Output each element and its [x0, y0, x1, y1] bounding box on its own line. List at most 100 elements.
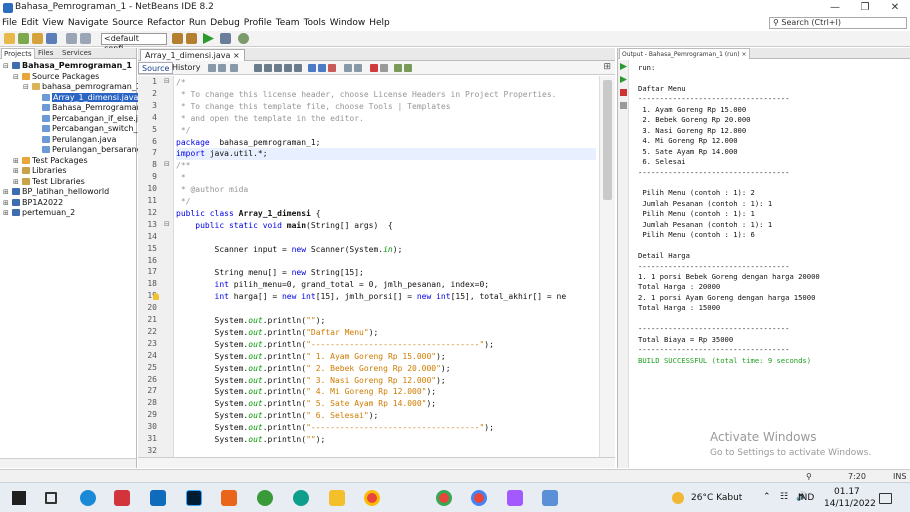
- code-line[interactable]: System.out.println("");: [176, 434, 596, 446]
- tab-services[interactable]: Services: [60, 48, 94, 59]
- photoshop-icon[interactable]: [186, 490, 202, 506]
- code-line[interactable]: String menu[] = new String[15];: [176, 267, 596, 279]
- tree-toggle-icon[interactable]: ⊞: [13, 177, 21, 187]
- stop-macro-icon[interactable]: [370, 64, 378, 72]
- scroll-thumb[interactable]: [603, 80, 612, 200]
- menu-run[interactable]: Run: [189, 16, 206, 31]
- close-output-icon[interactable]: ×: [742, 51, 747, 58]
- figma-icon[interactable]: [507, 490, 523, 506]
- menu-debug[interactable]: Debug: [210, 16, 240, 31]
- task-view-icon[interactable]: [45, 492, 57, 504]
- code-line[interactable]: * and open the template in the editor.: [176, 113, 596, 125]
- next-edit-icon[interactable]: [318, 64, 326, 72]
- config-select[interactable]: <default confi...: [101, 33, 167, 53]
- clean-build-icon[interactable]: [186, 33, 197, 44]
- tree-node[interactable]: Test Packages: [22, 156, 88, 166]
- tree-toggle-icon[interactable]: ⊟: [23, 82, 31, 92]
- close-button[interactable]: ✕: [880, 0, 910, 16]
- output-settings-icon[interactable]: [620, 102, 627, 109]
- code-line[interactable]: package bahasa_pemrograman_1;: [176, 137, 596, 149]
- windows-start-icon[interactable]: [12, 491, 26, 505]
- tree-node[interactable]: Test Libraries: [22, 177, 85, 187]
- tree-toggle-icon[interactable]: ⊟: [3, 61, 11, 71]
- code-line[interactable]: */: [176, 125, 596, 137]
- code-line[interactable]: public class Array_1_dimensi {: [176, 208, 596, 220]
- tree-toggle-icon[interactable]: ⊞: [3, 208, 11, 218]
- find-selection-icon[interactable]: [254, 64, 262, 72]
- code-line[interactable]: * @author mida: [176, 184, 596, 196]
- tab-files[interactable]: Files: [36, 48, 55, 59]
- tree-node[interactable]: BP_latihan_helloworld: [12, 187, 109, 197]
- maximize-button[interactable]: ❐: [850, 0, 880, 16]
- store-icon[interactable]: [114, 490, 130, 506]
- rerun-icon[interactable]: [620, 63, 627, 70]
- stop-icon[interactable]: [620, 89, 627, 96]
- menu-window[interactable]: Window: [330, 16, 366, 31]
- code-line[interactable]: int pilih_menu=0, grand_total = 0, jmlh_…: [176, 279, 596, 291]
- split-editor-icon[interactable]: ⊞: [603, 62, 611, 72]
- clock-date[interactable]: 14/11/2022: [824, 499, 876, 509]
- close-tab-icon[interactable]: ×: [233, 51, 240, 60]
- editor-vscrollbar[interactable]: [599, 76, 615, 457]
- chrome-profile2-icon[interactable]: [471, 490, 487, 506]
- tab-projects[interactable]: Projects: [1, 48, 35, 59]
- notification-center-icon[interactable]: [879, 493, 892, 504]
- fold-toggle-icon[interactable]: ⊟: [164, 160, 170, 168]
- new-project-icon[interactable]: [18, 33, 29, 44]
- menu-edit[interactable]: Edit: [21, 16, 38, 31]
- tree-toggle-icon[interactable]: ⊟: [13, 72, 21, 82]
- code-line[interactable]: System.out.println("Daftar Menu");: [176, 327, 596, 339]
- code-line[interactable]: [176, 446, 596, 457]
- tree-hscrollbar[interactable]: [0, 458, 136, 468]
- build-icon[interactable]: [172, 33, 183, 44]
- menu-help[interactable]: Help: [369, 16, 390, 31]
- tree-toggle-icon[interactable]: ⊞: [13, 166, 21, 176]
- code-line[interactable]: /*: [176, 77, 596, 89]
- open-project-icon[interactable]: [32, 33, 43, 44]
- tree-node[interactable]: pertemuan_2: [12, 208, 75, 218]
- prev-edit-icon[interactable]: [308, 64, 316, 72]
- code-area[interactable]: /* * To change this license header, choo…: [176, 76, 596, 457]
- code-line[interactable]: [176, 232, 596, 244]
- code-line[interactable]: System.out.println("--------------------…: [176, 339, 596, 351]
- code-line[interactable]: * To change this template file, choose T…: [176, 101, 596, 113]
- new-file-icon[interactable]: [4, 33, 15, 44]
- find-prev-icon[interactable]: [264, 64, 272, 72]
- uncomment-icon[interactable]: [394, 64, 402, 72]
- menu-navigate[interactable]: Navigate: [68, 16, 108, 31]
- code-line[interactable]: public static void main(String[] args) {: [176, 220, 596, 232]
- tree-toggle-icon[interactable]: ⊞: [13, 156, 21, 166]
- output-tab[interactable]: Output - Bahasa_Pemrograman_1 (run) ×: [619, 48, 750, 59]
- editor-tab-array-1-dimensi[interactable]: Array_1_dimensi.java ×: [140, 49, 245, 61]
- tree-node[interactable]: Perulangan.java: [42, 135, 116, 145]
- tree-node[interactable]: Libraries: [22, 166, 67, 176]
- redo-icon[interactable]: [80, 33, 91, 44]
- code-line[interactable]: Scanner input = new Scanner(System.in);: [176, 244, 596, 256]
- code-line[interactable]: * To change this license header, choose …: [176, 89, 596, 101]
- tree-node[interactable]: Bahasa_Pemrograman_1: [12, 61, 132, 71]
- code-line[interactable]: System.out.println(" 5. Sate Ayam Rp 14.…: [176, 398, 596, 410]
- format-icon[interactable]: [404, 64, 412, 72]
- code-line[interactable]: */: [176, 196, 596, 208]
- code-line[interactable]: System.out.println(" 3. Nasi Goreng Rp 1…: [176, 375, 596, 387]
- menu-view[interactable]: View: [43, 16, 64, 31]
- fold-toggle-icon[interactable]: ⊟: [164, 77, 170, 85]
- history-view-button[interactable]: History: [169, 62, 203, 74]
- code-line[interactable]: System.out.println(" 2. Bebek Goreng Rp …: [176, 363, 596, 375]
- mail-icon[interactable]: [150, 490, 166, 506]
- tree-node[interactable]: Array_1_dimensi.java: [42, 92, 140, 103]
- rerun-with-params-icon[interactable]: [620, 76, 627, 83]
- debug-icon[interactable]: [220, 33, 231, 44]
- menu-tools[interactable]: Tools: [304, 16, 326, 31]
- comment-icon[interactable]: [354, 64, 362, 72]
- search-input[interactable]: ⚲ Search (Ctrl+I): [769, 17, 907, 29]
- code-line[interactable]: /**: [176, 160, 596, 172]
- menu-profile[interactable]: Profile: [244, 16, 272, 31]
- next-bookmark-icon[interactable]: [230, 64, 238, 72]
- start-macro-icon[interactable]: [380, 64, 388, 72]
- save-all-icon[interactable]: [46, 33, 57, 44]
- code-line[interactable]: System.out.println(" 6. Selesai");: [176, 410, 596, 422]
- prev-bookmark-icon[interactable]: [218, 64, 226, 72]
- fold-toggle-icon[interactable]: ⊟: [164, 220, 170, 228]
- tree-toggle-icon[interactable]: ⊞: [3, 187, 11, 197]
